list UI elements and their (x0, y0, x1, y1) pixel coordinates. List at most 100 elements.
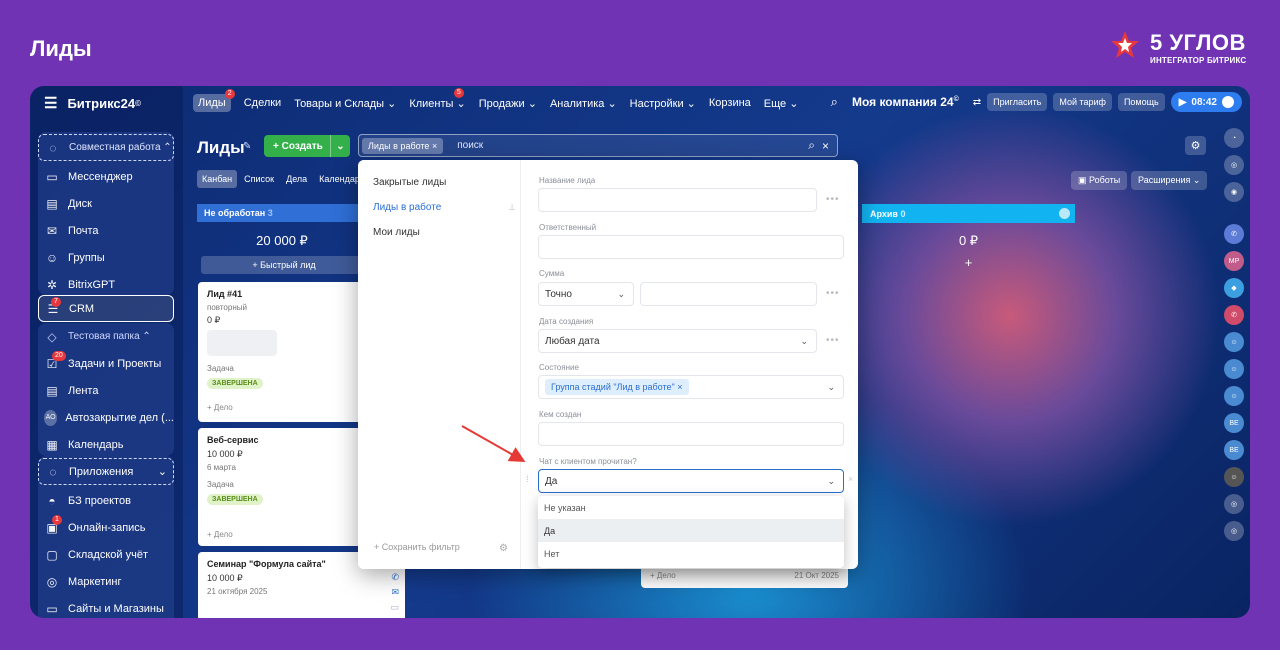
avatar[interactable]: ☺ (1224, 359, 1244, 379)
filter-search-bar[interactable]: Лиды в работе × ⌕ × (358, 134, 838, 157)
search-input[interactable] (457, 140, 758, 151)
sum-mode-select[interactable]: Точно ⌄ (538, 282, 634, 306)
chat-read-select[interactable]: Да ⌄ (538, 469, 844, 493)
phone-icon[interactable]: ✆ (1224, 224, 1244, 244)
avatar[interactable]: BE (1224, 413, 1244, 433)
option-yes[interactable]: Да (538, 519, 844, 542)
avatar[interactable]: ☺ (1224, 332, 1244, 352)
extensions-button[interactable]: Расширения ⌄ (1131, 171, 1208, 190)
avatar[interactable]: ☺ (1224, 386, 1244, 406)
search-icon[interactable]: ⌕ (831, 94, 838, 110)
ai-icon[interactable]: ◎ (1224, 521, 1244, 541)
swap-icon[interactable]: ⇄ (973, 97, 981, 108)
nav-settings[interactable]: Настройки ⌄ (630, 97, 696, 110)
avatar[interactable]: ☺ (1224, 467, 1244, 487)
more-icon[interactable]: ••• (826, 288, 840, 299)
worktime-clock[interactable]: ▶ 08:42 (1170, 92, 1242, 112)
pin-icon[interactable]: ✎ (243, 141, 251, 152)
close-icon[interactable]: × (822, 139, 829, 153)
bell-icon[interactable]: ◔ (1224, 128, 1244, 148)
column-header-new[interactable]: Не обработан 3 (197, 204, 367, 222)
create-button[interactable]: + Создать ⌄ (264, 135, 350, 157)
active-filter-chip[interactable]: Лиды в работе × (362, 137, 444, 154)
robots-button[interactable]: ▣ Роботы (1071, 171, 1128, 190)
company-name[interactable]: Моя компания 24© (852, 95, 959, 109)
sidebar-item-disk[interactable]: ▤ Диск (38, 190, 174, 217)
sidebar-collab-header[interactable]: ◌ Совместная работа ⌃ (38, 134, 174, 161)
created-date-select[interactable]: Любая дата ⌄ (538, 329, 817, 353)
state-chip[interactable]: Группа стадий "Лид в работе" × (545, 379, 689, 395)
sidebar-item-marketing[interactable]: ◎ Маркетинг (38, 568, 174, 595)
preset-leads-in-work[interactable]: Лиды в работе ⊥ (358, 195, 520, 220)
responsible-field[interactable] (538, 235, 844, 259)
sidebar-item-feed[interactable]: ▤ Лента (38, 377, 174, 404)
sidebar-item-sites[interactable]: ▭ Сайты и Магазины (38, 595, 174, 618)
option-not-set[interactable]: Не указан (538, 496, 844, 519)
mail-icon[interactable]: ✉ (391, 587, 399, 598)
column-header-archive[interactable]: Архив 0 (862, 204, 1075, 223)
preset-my-leads[interactable]: Мои лиды (358, 220, 520, 245)
sidebar-item-booking[interactable]: ▣ 1 Онлайн-запись (38, 514, 174, 541)
sidebar-test-folder[interactable]: ◇ Тестовая папка ⌃ (38, 323, 174, 350)
tariff-button[interactable]: Мой тариф (1053, 93, 1112, 111)
sidebar-item-autoclose[interactable]: АО Автозакрытие дел (... (38, 404, 174, 431)
nav-clients[interactable]: Клиенты ⌄ 5 (409, 87, 466, 110)
gear-icon[interactable]: ⚙ (1185, 136, 1206, 155)
search-icon[interactable]: ⌕ (808, 138, 815, 153)
chat-bubble-icon[interactable]: ◉ (1224, 182, 1244, 202)
sidebar-apps-header[interactable]: ◌ Приложения ⌄ (38, 458, 174, 485)
sidebar-item-kb[interactable]: ◓ БЗ проектов (38, 487, 174, 514)
gear-icon[interactable]: ⚙ (499, 543, 508, 554)
save-filter-button[interactable]: + Сохранить фильтр (374, 542, 460, 552)
avatar[interactable]: ◆ (1224, 278, 1244, 298)
add-icon[interactable]: + (862, 255, 1075, 270)
sidebar-item-tasks[interactable]: ☑ 20 Задачи и Проекты (38, 350, 174, 377)
sidebar-item-calendar[interactable]: ▦ Календарь (38, 431, 174, 458)
tab-kanban[interactable]: Канбан (197, 170, 238, 188)
lead-card[interactable]: Веб-сервис 10 000 ₽ 6 марта Задача ЗАВЕР… (198, 428, 368, 546)
close-icon[interactable]: × (848, 474, 853, 484)
lead-name-field[interactable] (538, 188, 817, 212)
sidebar-item-warehouse[interactable]: ▢ Складской учёт (38, 541, 174, 568)
lead-card[interactable]: Лид #41 повторный 0 ₽ Задача ЗАВЕРШЕНА +… (198, 282, 368, 422)
drag-handle-icon[interactable]: ⁞ (526, 474, 529, 484)
nav-sales[interactable]: Продажи ⌄ (479, 97, 537, 110)
ai-icon[interactable]: ◎ (1224, 494, 1244, 514)
ai-icon[interactable]: ◎ (1224, 155, 1244, 175)
chevron-down-icon[interactable]: ⌄ (330, 135, 350, 157)
sum-value-field[interactable] (640, 282, 817, 306)
nav-products[interactable]: Товары и Склады ⌄ (294, 97, 396, 110)
invite-button[interactable]: Пригласить (987, 93, 1048, 111)
chat-icon[interactable]: ▭ (390, 602, 399, 613)
card-title[interactable]: Веб-сервис (207, 435, 359, 445)
menu-icon[interactable]: ☰ (44, 94, 57, 112)
nav-trash[interactable]: Корзина (709, 97, 751, 109)
option-no[interactable]: Нет (538, 542, 844, 565)
phone-icon[interactable]: ✆ (1224, 305, 1244, 325)
sidebar-item-mail[interactable]: ✉ Почта (38, 217, 174, 244)
tab-list[interactable]: Список (239, 170, 279, 188)
card-title[interactable]: Лид #41 (207, 289, 359, 299)
avatar[interactable]: BE (1224, 440, 1244, 460)
sidebar-item-groups[interactable]: ☺ Группы (38, 244, 174, 271)
nav-more[interactable]: Еще ⌄ (764, 97, 799, 110)
nav-leads[interactable]: Лиды 2 (193, 89, 235, 112)
close-icon[interactable]: × (432, 141, 437, 151)
tab-activities[interactable]: Дела (281, 170, 312, 188)
add-activity-link[interactable]: + Дело (207, 403, 233, 412)
more-icon[interactable]: ••• (826, 335, 840, 346)
sidebar-item-crm[interactable]: ☰ 7 CRM (38, 295, 174, 322)
sidebar-item-messenger[interactable]: ▭ Мессенджер (38, 163, 174, 190)
add-activity-link[interactable]: + Дело (650, 571, 676, 580)
more-icon[interactable]: ••• (826, 194, 840, 205)
phone-icon[interactable]: ✆ (391, 572, 399, 583)
state-select[interactable]: Группа стадий "Лид в работе" × ⌄ (538, 375, 844, 399)
sidebar-item-gpt[interactable]: ✲ BitrixGPT (38, 271, 174, 298)
settings-dot-icon[interactable] (1059, 208, 1070, 219)
quick-lead-button[interactable]: + Быстрый лид (201, 256, 367, 274)
add-activity-link[interactable]: + Дело (207, 530, 233, 539)
nav-deals[interactable]: Сделки (244, 97, 282, 109)
help-button[interactable]: Помощь (1117, 93, 1165, 111)
avatar[interactable]: MP (1224, 251, 1244, 271)
created-by-field[interactable] (538, 422, 844, 446)
